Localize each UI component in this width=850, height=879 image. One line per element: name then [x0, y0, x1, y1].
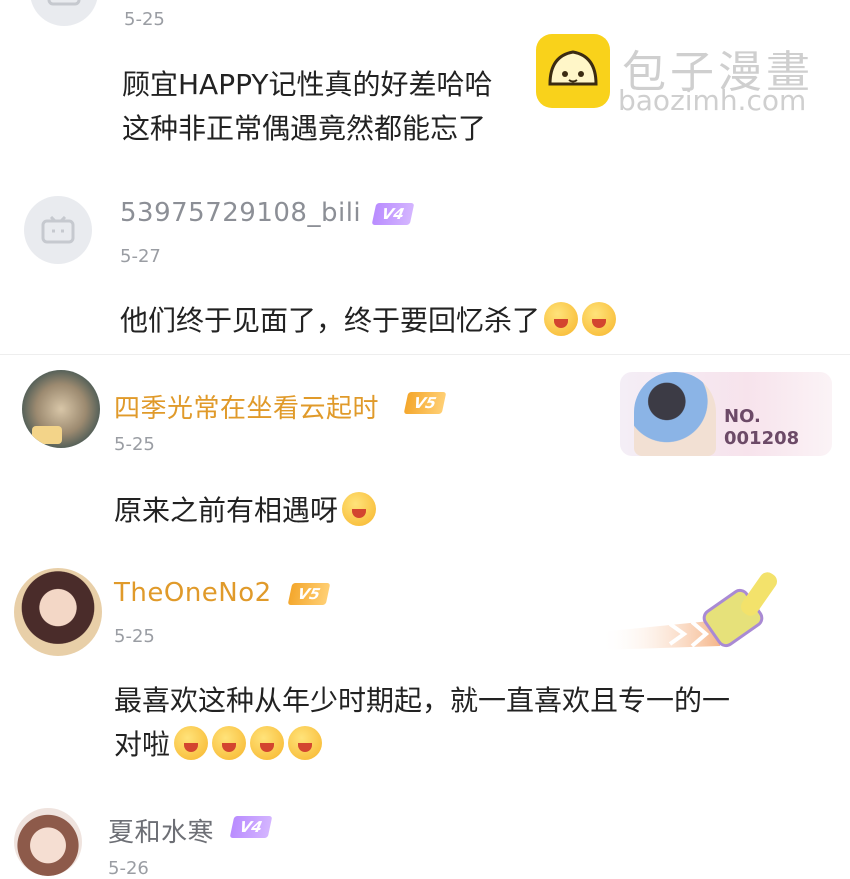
fan-card-illustration — [634, 372, 716, 456]
level-badge: V4 — [371, 203, 415, 225]
fan-card-number: NO. 001208 — [724, 406, 800, 449]
crying-emoji-icon — [582, 302, 617, 336]
username[interactable]: 夏和水寒 — [108, 812, 214, 849]
avatar[interactable] — [30, 0, 98, 26]
comment-text-line: 最喜欢这种从年少时期起，就一直喜欢且专一的一 — [114, 684, 731, 717]
comment-date: 5-25 — [114, 434, 155, 455]
tv-placeholder-icon — [41, 216, 75, 244]
divider — [0, 354, 850, 355]
comment-text-line: 对啦 — [114, 724, 323, 766]
avatar[interactable] — [24, 196, 92, 264]
avatar-pendant — [32, 426, 62, 444]
comment-text-body: 原来之前有相遇呀 — [114, 494, 339, 527]
username[interactable]: TheOneNo2 — [114, 578, 272, 608]
level-badge: V5 — [287, 583, 331, 605]
comment-text-body: 对啦 — [114, 728, 171, 761]
comment-date: 5-26 — [108, 858, 149, 879]
level-badge: V5 — [403, 392, 447, 414]
crying-emoji-icon — [544, 302, 579, 336]
cheer-emoji-icon — [288, 726, 323, 760]
comment-text-line: 这种非正常偶遇竟然都能忘了 — [122, 112, 487, 145]
watermark-domain: baozimh.com — [618, 84, 807, 117]
watermark: 包子漫畫 baozimh.com — [532, 34, 832, 117]
cheer-emoji-icon — [174, 726, 209, 760]
username[interactable]: 53975729108_bili — [120, 198, 361, 228]
comment-text-line: 顾宜HAPPY记性真的好差哈哈 — [122, 68, 493, 101]
avatar[interactable] — [22, 370, 100, 448]
cheer-emoji-icon — [250, 726, 285, 760]
hug-emoji-icon — [342, 492, 377, 526]
comment-text-body: 他们终于见面了，终于要回忆杀了 — [120, 304, 541, 337]
comment-text: 他们终于见面了，终于要回忆杀了 — [120, 300, 617, 342]
cheer-emoji-icon — [212, 726, 247, 760]
comment-date: 5-25 — [114, 626, 155, 647]
level-badge: V4 — [229, 816, 273, 838]
comment-text: 原来之前有相遇呀 — [114, 490, 377, 532]
avatar[interactable] — [14, 568, 102, 656]
baozi-logo-icon — [536, 34, 610, 108]
fan-card[interactable]: NO. 001208 — [620, 372, 832, 456]
username[interactable]: 四季光常在坐看云起时 — [114, 388, 379, 425]
comment-date: 5-25 — [124, 9, 165, 30]
avatar[interactable] — [14, 808, 82, 876]
tv-placeholder-icon — [47, 0, 81, 6]
paintbrush-decoration-icon — [600, 562, 800, 658]
comment-date: 5-27 — [120, 246, 161, 267]
